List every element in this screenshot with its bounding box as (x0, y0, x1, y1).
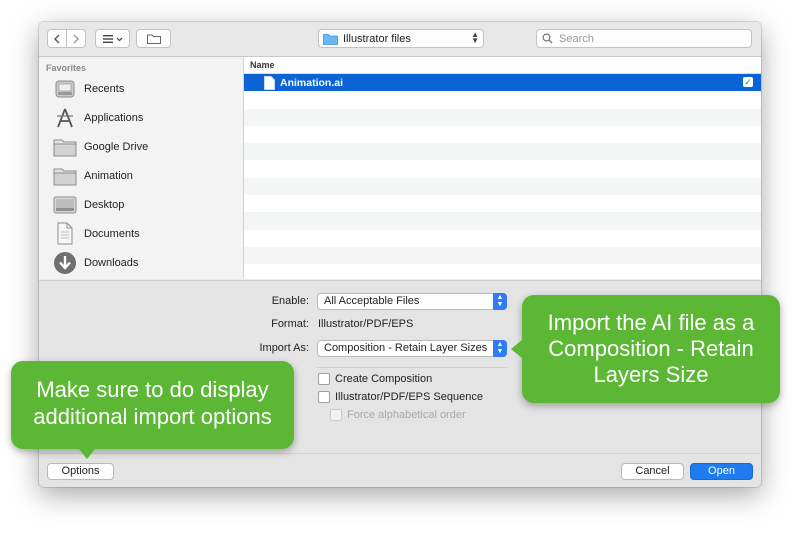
sidebar-item-label: Google Drive (84, 140, 149, 153)
sidebar-item-recents[interactable]: Recents (53, 74, 238, 103)
empty-row (244, 143, 761, 161)
checkbox-box (318, 391, 330, 403)
empty-row (244, 91, 761, 108)
documents-icon (53, 222, 77, 246)
empty-row (244, 108, 761, 126)
sidebar-item-label: Desktop (84, 198, 125, 211)
empty-row (244, 195, 761, 212)
folder-icon (53, 135, 77, 159)
format-value: Illustrator/PDF/EPS (318, 318, 414, 330)
format-label: Format: (271, 318, 309, 330)
downloads-icon (53, 251, 77, 275)
file-row-selected[interactable]: Animation.ai ✓ (244, 74, 761, 92)
updown-arrows-icon: ▲ ▼ (471, 30, 479, 45)
callout-line: Composition - Retain (548, 336, 754, 361)
list-view-icon (102, 34, 122, 43)
location-popup[interactable]: Illustrator files ▲ ▼ (318, 29, 484, 48)
new-folder-icon (146, 34, 161, 44)
chevron-right-icon (73, 34, 79, 43)
import-as-value: Composition - Retain Layer Sizes (324, 342, 488, 354)
checkbox-label: Create Composition (335, 373, 433, 385)
cancel-button[interactable]: Cancel (621, 463, 684, 480)
checkbox-box (330, 409, 342, 421)
callout-line: Layers Size (593, 362, 709, 387)
sidebar-item-applications[interactable]: Applications (53, 103, 238, 132)
empty-row (244, 177, 761, 196)
file-name: Animation.ai (280, 76, 344, 89)
sidebar-heading: Favorites (46, 63, 87, 73)
callout-line: additional import options (33, 404, 272, 429)
bottom-bar: Options Cancel Open (39, 453, 761, 487)
force-alphabetical-checkbox: Force alphabetical order (330, 409, 466, 421)
desktop-icon (53, 193, 77, 217)
sidebar-item-label: Downloads (84, 256, 139, 269)
import-as-popup[interactable]: Composition - Retain Layer Sizes ▲ ▼ (317, 340, 507, 357)
empty-row (244, 160, 761, 177)
checkmark-icon: ✓ (743, 77, 753, 87)
file-list: Name Animation.ai ✓ (244, 57, 761, 279)
chevron-left-icon (54, 34, 60, 43)
toolbar: Illustrator files ▲ ▼ (39, 22, 761, 57)
empty-row (244, 230, 761, 247)
callout-line: Make sure to do display (36, 377, 269, 402)
folder-icon (53, 164, 77, 188)
view-mode-button[interactable] (95, 29, 130, 48)
import-as-label: Import As: (259, 342, 309, 354)
sidebar-item-desktop[interactable]: Desktop (53, 190, 238, 219)
empty-row (244, 126, 761, 143)
divider (317, 367, 507, 368)
folder-icon (323, 33, 338, 45)
sidebar-item-animation[interactable]: Animation (53, 161, 238, 190)
checkbox-label: Illustrator/PDF/EPS Sequence (335, 391, 483, 403)
sidebar-item-documents[interactable]: Documents (53, 219, 238, 248)
recents-icon (53, 77, 77, 101)
sidebar-item-label: Applications (84, 111, 144, 124)
sequence-checkbox[interactable]: Illustrator/PDF/EPS Sequence (318, 391, 483, 403)
sidebar: Favorites Recents Applications Google Dr… (39, 57, 244, 279)
create-composition-checkbox[interactable]: Create Composition (318, 373, 432, 385)
empty-row (244, 212, 761, 230)
sidebar-item-label: Animation (84, 169, 133, 182)
search-field[interactable] (536, 29, 752, 48)
callout-options: Make sure to do display additional impor… (11, 361, 294, 459)
enable-popup[interactable]: All Acceptable Files ▲ ▼ (317, 293, 507, 310)
enable-value: All Acceptable Files (324, 295, 420, 307)
back-button[interactable] (47, 29, 67, 48)
new-folder-button[interactable] (136, 29, 171, 48)
checkbox-label: Force alphabetical order (347, 409, 466, 421)
applications-icon (53, 106, 77, 130)
search-icon (542, 33, 553, 44)
empty-row (244, 246, 761, 265)
column-header-name[interactable]: Name (244, 57, 761, 74)
search-input[interactable] (557, 31, 741, 46)
forward-button[interactable] (66, 29, 86, 48)
checkbox-box (318, 373, 330, 385)
options-button[interactable]: Options (47, 463, 114, 480)
open-button[interactable]: Open (690, 463, 753, 480)
location-label: Illustrator files (343, 32, 411, 45)
enable-label: Enable: (271, 295, 309, 307)
updown-arrows-icon: ▲ ▼ (493, 340, 507, 357)
sidebar-item-label: Recents (84, 82, 125, 95)
callout-line: Import the AI file as a (547, 310, 755, 335)
empty-row (244, 264, 761, 281)
sidebar-item-google-drive[interactable]: Google Drive (53, 132, 238, 161)
document-icon (264, 75, 275, 90)
sidebar-item-label: Documents (84, 227, 140, 240)
sidebar-item-downloads[interactable]: Downloads (53, 248, 238, 277)
updown-arrows-icon: ▲ ▼ (493, 293, 507, 310)
callout-import-as: Import the AI file as a Composition - Re… (511, 295, 780, 403)
